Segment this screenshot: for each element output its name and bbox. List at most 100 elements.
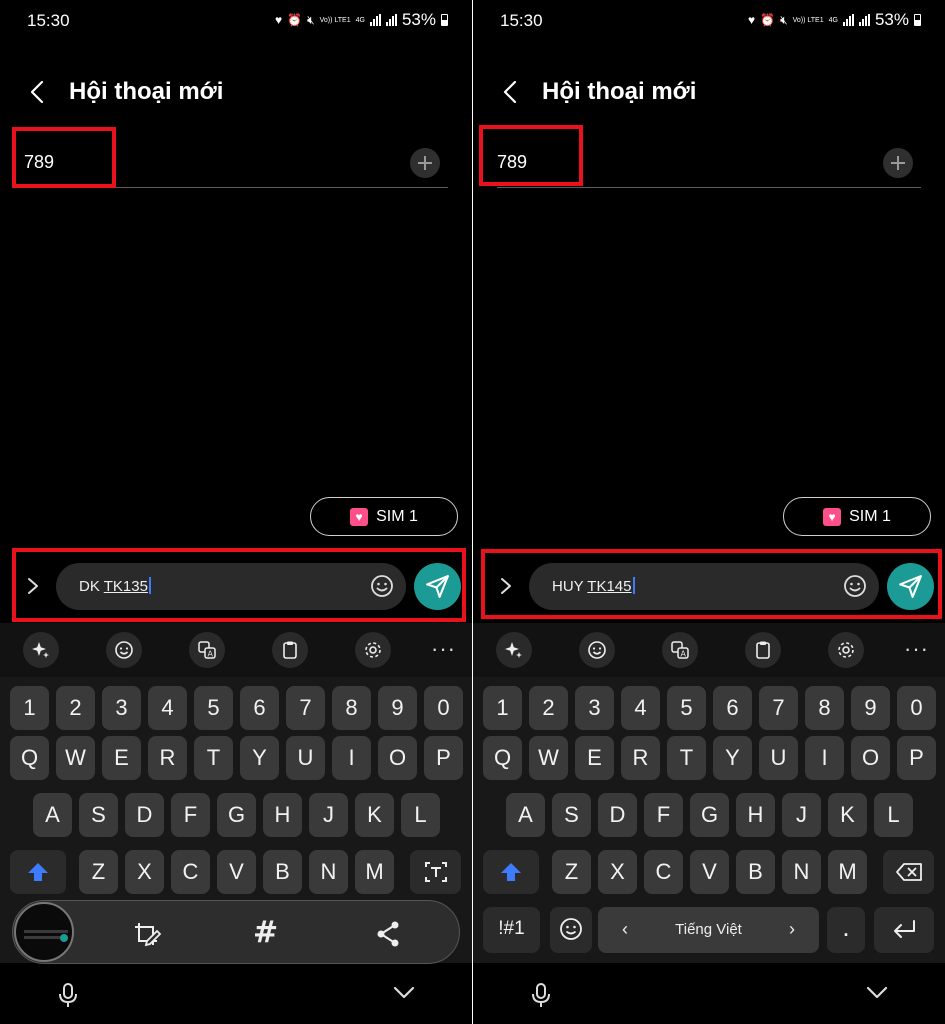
hide-keyboard-chevron-icon[interactable] bbox=[392, 984, 416, 1000]
screenshot-thumbnail[interactable] bbox=[14, 902, 74, 962]
key-2[interactable]: 2 bbox=[56, 686, 95, 730]
translate-icon[interactable]: A bbox=[189, 632, 225, 668]
backspace-key[interactable] bbox=[883, 850, 934, 894]
key-6[interactable]: 6 bbox=[713, 686, 752, 730]
ai-sparkle-icon[interactable] bbox=[496, 632, 532, 668]
key-0[interactable]: 0 bbox=[897, 686, 936, 730]
key-4[interactable]: 4 bbox=[148, 686, 187, 730]
key-k[interactable]: K bbox=[355, 793, 394, 837]
translate-icon[interactable]: A bbox=[662, 632, 698, 668]
key-1[interactable]: 1 bbox=[10, 686, 49, 730]
key-a[interactable]: A bbox=[33, 793, 72, 837]
key-h[interactable]: H bbox=[736, 793, 775, 837]
key-r[interactable]: R bbox=[621, 736, 660, 780]
key-g[interactable]: G bbox=[217, 793, 256, 837]
key-s[interactable]: S bbox=[79, 793, 118, 837]
key-w[interactable]: W bbox=[529, 736, 568, 780]
edit-crop-icon[interactable] bbox=[133, 919, 163, 949]
key-7[interactable]: 7 bbox=[759, 686, 798, 730]
key-t[interactable]: T bbox=[667, 736, 706, 780]
key-n[interactable]: N bbox=[782, 850, 821, 894]
key-b[interactable]: B bbox=[263, 850, 302, 894]
text-extract-key[interactable] bbox=[410, 850, 461, 894]
microphone-icon[interactable] bbox=[58, 982, 78, 1008]
period-key[interactable]: . bbox=[827, 907, 865, 953]
key-q[interactable]: Q bbox=[483, 736, 522, 780]
key-j[interactable]: J bbox=[309, 793, 348, 837]
key-w[interactable]: W bbox=[56, 736, 95, 780]
key-z[interactable]: Z bbox=[79, 850, 118, 894]
key-1[interactable]: 1 bbox=[483, 686, 522, 730]
back-arrow-icon[interactable] bbox=[499, 80, 523, 104]
add-recipient-button[interactable] bbox=[410, 148, 440, 178]
key-7[interactable]: 7 bbox=[286, 686, 325, 730]
key-l[interactable]: L bbox=[401, 793, 440, 837]
key-0[interactable]: 0 bbox=[424, 686, 463, 730]
key-x[interactable]: X bbox=[125, 850, 164, 894]
ai-sparkle-icon[interactable] bbox=[23, 632, 59, 668]
key-8[interactable]: 8 bbox=[332, 686, 371, 730]
key-i[interactable]: I bbox=[332, 736, 371, 780]
settings-gear-icon[interactable] bbox=[828, 632, 864, 668]
key-y[interactable]: Y bbox=[713, 736, 752, 780]
key-8[interactable]: 8 bbox=[805, 686, 844, 730]
share-icon[interactable] bbox=[373, 919, 403, 949]
key-5[interactable]: 5 bbox=[194, 686, 233, 730]
key-f[interactable]: F bbox=[171, 793, 210, 837]
emoji-panel-icon[interactable] bbox=[579, 632, 615, 668]
key-9[interactable]: 9 bbox=[851, 686, 890, 730]
key-s[interactable]: S bbox=[552, 793, 591, 837]
key-d[interactable]: D bbox=[598, 793, 637, 837]
key-c[interactable]: C bbox=[644, 850, 683, 894]
key-c[interactable]: C bbox=[171, 850, 210, 894]
key-f[interactable]: F bbox=[644, 793, 683, 837]
key-j[interactable]: J bbox=[782, 793, 821, 837]
spacebar-language-key[interactable]: ‹ Tiếng Việt › bbox=[598, 907, 819, 953]
key-q[interactable]: Q bbox=[10, 736, 49, 780]
hashtag-button[interactable]: # bbox=[253, 915, 283, 950]
microphone-icon[interactable] bbox=[531, 982, 551, 1008]
key-y[interactable]: Y bbox=[240, 736, 279, 780]
key-b[interactable]: B bbox=[736, 850, 775, 894]
add-recipient-button[interactable] bbox=[883, 148, 913, 178]
key-d[interactable]: D bbox=[125, 793, 164, 837]
key-p[interactable]: P bbox=[897, 736, 936, 780]
emoji-panel-icon[interactable] bbox=[106, 632, 142, 668]
sim-selector-button[interactable]: ♥ SIM 1 bbox=[783, 497, 931, 536]
key-o[interactable]: O bbox=[378, 736, 417, 780]
more-options-icon[interactable]: ··· bbox=[431, 636, 456, 662]
clipboard-icon[interactable] bbox=[745, 632, 781, 668]
back-arrow-icon[interactable] bbox=[26, 80, 50, 104]
hide-keyboard-chevron-icon[interactable] bbox=[865, 984, 889, 1000]
key-t[interactable]: T bbox=[194, 736, 233, 780]
shift-key[interactable] bbox=[10, 850, 66, 894]
key-9[interactable]: 9 bbox=[378, 686, 417, 730]
key-4[interactable]: 4 bbox=[621, 686, 660, 730]
enter-key[interactable] bbox=[874, 907, 934, 953]
key-l[interactable]: L bbox=[874, 793, 913, 837]
key-h[interactable]: H bbox=[263, 793, 302, 837]
key-i[interactable]: I bbox=[805, 736, 844, 780]
key-3[interactable]: 3 bbox=[575, 686, 614, 730]
emoji-key[interactable] bbox=[550, 907, 592, 953]
key-u[interactable]: U bbox=[286, 736, 325, 780]
key-a[interactable]: A bbox=[506, 793, 545, 837]
key-v[interactable]: V bbox=[690, 850, 729, 894]
key-k[interactable]: K bbox=[828, 793, 867, 837]
key-m[interactable]: M bbox=[355, 850, 394, 894]
key-u[interactable]: U bbox=[759, 736, 798, 780]
key-m[interactable]: M bbox=[828, 850, 867, 894]
key-p[interactable]: P bbox=[424, 736, 463, 780]
key-g[interactable]: G bbox=[690, 793, 729, 837]
symbols-key[interactable]: !#1 bbox=[483, 907, 540, 953]
key-e[interactable]: E bbox=[575, 736, 614, 780]
sim-selector-button[interactable]: ♥ SIM 1 bbox=[310, 497, 458, 536]
key-3[interactable]: 3 bbox=[102, 686, 141, 730]
key-e[interactable]: E bbox=[102, 736, 141, 780]
key-5[interactable]: 5 bbox=[667, 686, 706, 730]
shift-key[interactable] bbox=[483, 850, 539, 894]
settings-gear-icon[interactable] bbox=[355, 632, 391, 668]
clipboard-icon[interactable] bbox=[272, 632, 308, 668]
key-z[interactable]: Z bbox=[552, 850, 591, 894]
key-v[interactable]: V bbox=[217, 850, 256, 894]
